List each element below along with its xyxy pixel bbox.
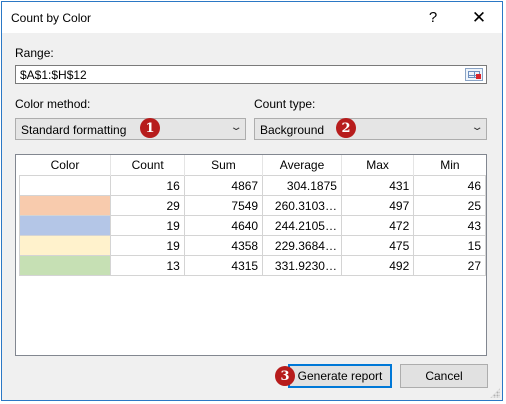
- column-header[interactable]: Min: [414, 155, 486, 176]
- count-by-color-dialog: Count by Color ? ✕ Range: $A$1:$H$12 Col…: [1, 1, 503, 401]
- max-cell: 472: [340, 215, 415, 236]
- column-header[interactable]: Average: [262, 155, 342, 176]
- color-swatch-cell: [18, 215, 112, 236]
- chevron-down-icon: ⌄: [229, 122, 243, 133]
- sum-cell: 4358: [183, 235, 264, 256]
- color-swatch-cell: [18, 195, 112, 216]
- max-cell: 492: [340, 255, 415, 276]
- sum-cell: 4867: [183, 175, 264, 196]
- color-swatch-cell: [18, 235, 112, 256]
- step-3-badge: 3: [275, 366, 295, 386]
- color-swatch-cell: [18, 175, 112, 196]
- range-label: Range:: [15, 46, 54, 60]
- table-row[interactable]: 16 4867 304.1875 431 46: [18, 175, 486, 196]
- color-swatch-cell: [18, 255, 112, 276]
- count-type-selected: Background: [260, 123, 325, 137]
- count-cell: 13: [110, 255, 185, 276]
- max-cell: 497: [340, 195, 415, 216]
- average-cell: 244.2105…: [262, 215, 342, 236]
- step-1-badge: 1: [140, 118, 160, 138]
- resize-grip-icon[interactable]: [490, 388, 500, 398]
- count-cell: 16: [110, 175, 185, 196]
- min-cell: 27: [413, 255, 486, 276]
- min-cell: 25: [413, 195, 486, 216]
- table-row[interactable]: 13 4315 331.9230… 492 27: [18, 255, 486, 276]
- average-cell: 260.3103…: [262, 195, 342, 216]
- title-bar: Count by Color ? ✕: [2, 2, 502, 33]
- results-grid[interactable]: Color Count Sum Average Max Min 16 4867 30…: [15, 154, 487, 356]
- range-value[interactable]: $A$1:$H$12: [20, 68, 87, 82]
- close-button[interactable]: ✕: [456, 2, 502, 33]
- range-input[interactable]: $A$1:$H$12: [15, 65, 487, 84]
- count-type-label: Count type:: [254, 97, 316, 111]
- average-cell: 304.1875: [262, 175, 342, 196]
- table-row[interactable]: 19 4640 244.2105… 472 43: [18, 215, 486, 236]
- count-type-dropdown[interactable]: Background ⌄: [254, 118, 487, 140]
- color-method-dropdown[interactable]: Standard formatting ⌄: [15, 118, 246, 140]
- table-row[interactable]: 29 7549 260.3103… 497 25: [18, 195, 486, 216]
- min-cell: 43: [413, 215, 486, 236]
- column-header[interactable]: Sum: [184, 155, 264, 176]
- dialog-title: Count by Color: [11, 11, 92, 25]
- max-cell: 431: [340, 175, 415, 196]
- range-arrow-glyph: [476, 74, 481, 79]
- generate-report-button[interactable]: Generate report: [288, 364, 392, 388]
- column-header[interactable]: Max: [341, 155, 415, 176]
- sum-cell: 7549: [183, 195, 264, 216]
- max-cell: 475: [340, 235, 415, 256]
- count-cell: 19: [110, 235, 185, 256]
- color-method-label: Color method:: [15, 97, 91, 111]
- chevron-down-icon: ⌄: [470, 122, 484, 133]
- count-cell: 29: [110, 195, 185, 216]
- header-row: Color Count Sum Average Max Min: [19, 155, 486, 176]
- step-2-badge: 2: [336, 118, 356, 138]
- range-select-icon[interactable]: [465, 68, 483, 81]
- table-row[interactable]: 19 4358 229.3684… 475 15: [18, 235, 486, 256]
- average-cell: 229.3684…: [262, 235, 342, 256]
- column-header[interactable]: Count: [110, 155, 185, 176]
- min-cell: 46: [413, 175, 486, 196]
- results-table: Color Count Sum Average Max Min 16 4867 30…: [18, 155, 486, 276]
- column-header[interactable]: Color: [19, 155, 112, 176]
- count-cell: 19: [110, 215, 185, 236]
- sum-cell: 4640: [183, 215, 264, 236]
- average-cell: 331.9230…: [262, 255, 342, 276]
- cancel-button[interactable]: Cancel: [400, 364, 488, 388]
- color-method-selected: Standard formatting: [21, 123, 127, 137]
- help-button[interactable]: ?: [410, 2, 456, 33]
- min-cell: 15: [413, 235, 486, 256]
- sum-cell: 4315: [183, 255, 264, 276]
